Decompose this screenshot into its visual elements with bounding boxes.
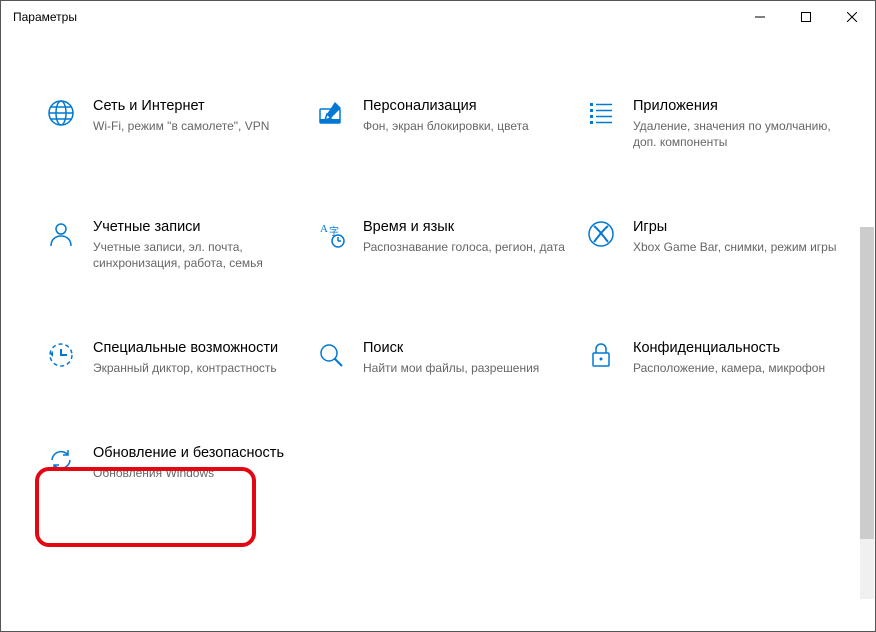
tile-title: Обновление и безопасность [93,444,297,463]
titlebar: Параметры [1,1,875,33]
tile-network[interactable]: Сеть и Интернет Wi-Fi, режим "в самолете… [41,93,301,154]
lock-icon [585,339,617,371]
minimize-icon [755,12,765,22]
tile-text: Сеть и Интернет Wi-Fi, режим "в самолете… [93,97,297,134]
close-button[interactable] [829,1,875,33]
person-icon [45,218,77,250]
tile-title: Поиск [363,339,567,358]
tile-title: Конфиденциальность [633,339,837,358]
scrollbar-thumb[interactable] [860,227,874,539]
window-controls [737,1,875,33]
tile-time-language[interactable]: A字 Время и язык Распознавание голоса, ре… [311,214,571,275]
settings-grid: Сеть и Интернет Wi-Fi, режим "в самолете… [41,93,845,486]
tile-text: Обновление и безопасность Обновления Win… [93,444,297,481]
apps-list-icon [585,97,617,129]
svg-text:A: A [320,223,328,235]
tile-desc: Учетные записи, эл. почта, синхронизация… [93,239,297,271]
tile-personalization[interactable]: Персонализация Фон, экран блокировки, цв… [311,93,571,154]
tile-text: Специальные возможности Экранный диктор,… [93,339,297,376]
maximize-button[interactable] [783,1,829,33]
tile-text: Персонализация Фон, экран блокировки, цв… [363,97,567,134]
tile-desc: Экранный диктор, контрастность [93,360,297,376]
search-icon [315,339,347,371]
tile-desc: Распознавание голоса, регион, дата [363,239,567,255]
sync-icon [45,444,77,476]
tile-desc: Найти мои файлы, разрешения [363,360,567,376]
minimize-button[interactable] [737,1,783,33]
tile-apps[interactable]: Приложения Удаление, значения по умолчан… [581,93,841,154]
tile-title: Персонализация [363,97,567,116]
tile-text: Конфиденциальность Расположение, камера,… [633,339,837,376]
tile-text: Приложения Удаление, значения по умолчан… [633,97,837,150]
window-title: Параметры [13,10,77,24]
tile-title: Сеть и Интернет [93,97,297,116]
tile-desc: Xbox Game Bar, снимки, режим игры [633,239,837,255]
time-language-icon: A字 [315,218,347,250]
tile-desc: Фон, экран блокировки, цвета [363,118,567,134]
tile-text: Игры Xbox Game Bar, снимки, режим игры [633,218,837,255]
tile-desc: Удаление, значения по умолчанию, доп. ко… [633,118,837,150]
tile-gaming[interactable]: Игры Xbox Game Bar, снимки, режим игры [581,214,841,275]
tile-text: Поиск Найти мои файлы, разрешения [363,339,567,376]
tile-text: Время и язык Распознавание голоса, регио… [363,218,567,255]
tile-desc: Обновления Windows [93,465,297,481]
tile-update-security[interactable]: Обновление и безопасность Обновления Win… [41,440,301,485]
tile-desc: Wi-Fi, режим "в самолете", VPN [93,118,297,134]
maximize-icon [801,12,811,22]
tile-ease-of-access[interactable]: Специальные возможности Экранный диктор,… [41,335,301,380]
ease-of-access-icon [45,339,77,371]
content-area: Сеть и Интернет Wi-Fi, режим "в самолете… [1,33,875,516]
globe-icon [45,97,77,129]
tile-title: Специальные возможности [93,339,297,358]
close-icon [847,12,857,22]
tile-title: Игры [633,218,837,237]
tile-privacy[interactable]: Конфиденциальность Расположение, камера,… [581,335,841,380]
tile-title: Время и язык [363,218,567,237]
tile-text: Учетные записи Учетные записи, эл. почта… [93,218,297,271]
tile-search[interactable]: Поиск Найти мои файлы, разрешения [311,335,571,380]
tile-desc: Расположение, камера, микрофон [633,360,837,376]
tile-accounts[interactable]: Учетные записи Учетные записи, эл. почта… [41,214,301,275]
xbox-icon [585,218,617,250]
tile-title: Приложения [633,97,837,116]
paintbrush-icon [315,97,347,129]
tile-title: Учетные записи [93,218,297,237]
